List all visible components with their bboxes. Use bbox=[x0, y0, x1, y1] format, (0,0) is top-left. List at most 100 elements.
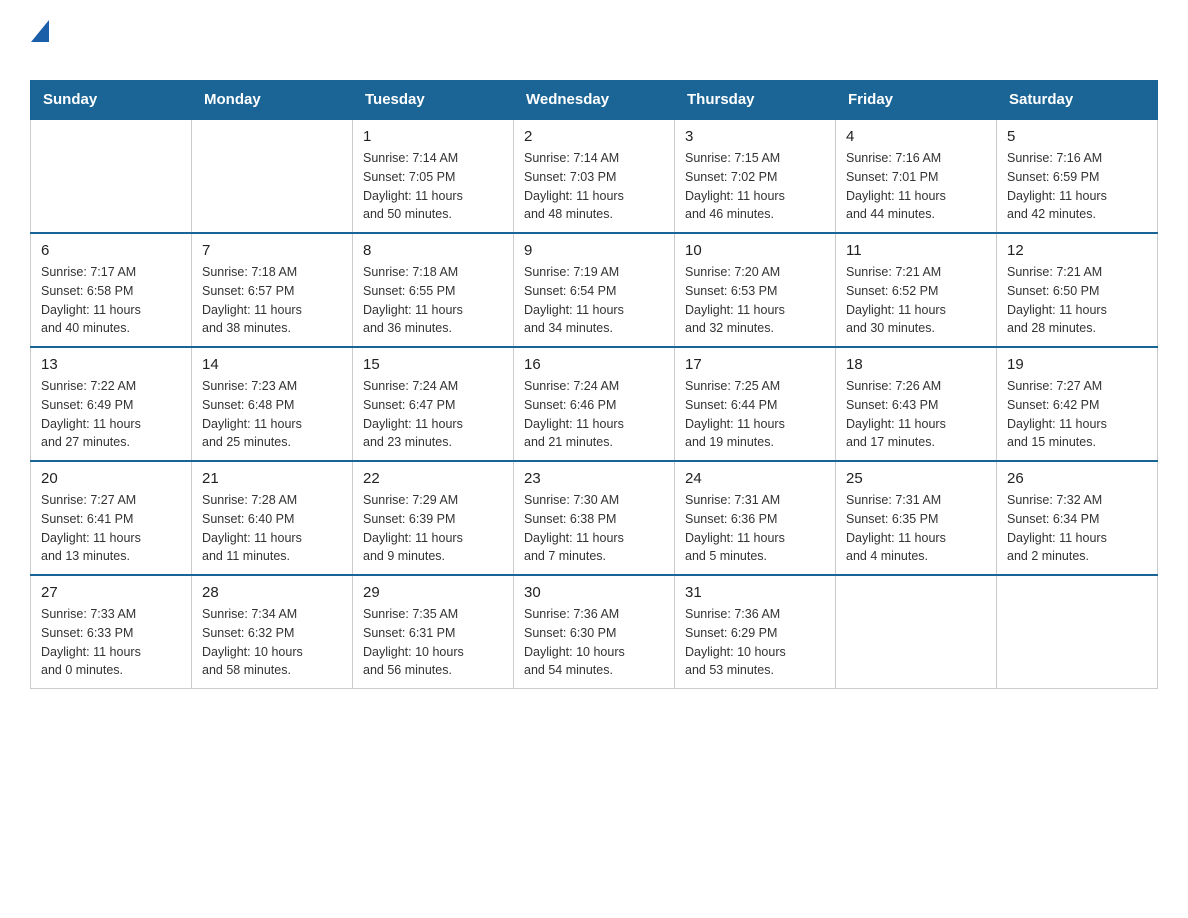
day-number: 31 bbox=[685, 584, 825, 601]
day-number: 7 bbox=[202, 242, 342, 259]
day-number: 5 bbox=[1007, 128, 1147, 145]
day-info: Sunrise: 7:21 AM Sunset: 6:50 PM Dayligh… bbox=[1007, 263, 1147, 338]
day-info: Sunrise: 7:33 AM Sunset: 6:33 PM Dayligh… bbox=[41, 605, 181, 680]
calendar-cell: 14 Sunrise: 7:23 AM Sunset: 6:48 PM Dayli… bbox=[192, 347, 353, 461]
calendar-cell: 5 Sunrise: 7:16 AM Sunset: 6:59 PM Daylig… bbox=[997, 119, 1158, 233]
calendar-cell: 25 Sunrise: 7:31 AM Sunset: 6:35 PM Dayli… bbox=[836, 461, 997, 575]
day-info: Sunrise: 7:36 AM Sunset: 6:29 PM Dayligh… bbox=[685, 605, 825, 680]
calendar-cell: 20 Sunrise: 7:27 AM Sunset: 6:41 PM Dayli… bbox=[31, 461, 192, 575]
calendar-cell: 22Sunrise: 7:29 AM Sunset: 6:39 PM Dayli… bbox=[353, 461, 514, 575]
day-number: 13 bbox=[41, 356, 181, 373]
calendar-cell: 31 Sunrise: 7:36 AM Sunset: 6:29 PM Dayli… bbox=[675, 575, 836, 689]
day-info: Sunrise: 7:17 AM Sunset: 6:58 PM Dayligh… bbox=[41, 263, 181, 338]
col-header-saturday: Saturday bbox=[997, 81, 1158, 120]
day-info: Sunrise: 7:34 AM Sunset: 6:32 PM Dayligh… bbox=[202, 605, 342, 680]
day-info: Sunrise: 7:30 AM Sunset: 6:38 PM Dayligh… bbox=[524, 491, 664, 566]
day-info: Sunrise: 7:23 AM Sunset: 6:48 PM Dayligh… bbox=[202, 377, 342, 452]
day-info: Sunrise: 7:16 AM Sunset: 7:01 PM Dayligh… bbox=[846, 149, 986, 224]
day-info: Sunrise: 7:14 AM Sunset: 7:05 PM Dayligh… bbox=[363, 149, 503, 224]
calendar-week-4: 20 Sunrise: 7:27 AM Sunset: 6:41 PM Dayli… bbox=[31, 461, 1158, 575]
calendar-cell: 21 Sunrise: 7:28 AM Sunset: 6:40 PM Dayli… bbox=[192, 461, 353, 575]
day-info: Sunrise: 7:18 AM Sunset: 6:57 PM Dayligh… bbox=[202, 263, 342, 338]
day-number: 21 bbox=[202, 470, 342, 487]
calendar-cell: 11 Sunrise: 7:21 AM Sunset: 6:52 PM Dayli… bbox=[836, 233, 997, 347]
calendar-cell: 1Sunrise: 7:14 AM Sunset: 7:05 PM Daylig… bbox=[353, 119, 514, 233]
day-number: 8 bbox=[363, 242, 503, 259]
day-number: 9 bbox=[524, 242, 664, 259]
day-number: 24 bbox=[685, 470, 825, 487]
day-number: 26 bbox=[1007, 470, 1147, 487]
calendar-cell: 15 Sunrise: 7:24 AM Sunset: 6:47 PM Dayli… bbox=[353, 347, 514, 461]
calendar-week-2: 6 Sunrise: 7:17 AM Sunset: 6:58 PM Daylig… bbox=[31, 233, 1158, 347]
day-info: Sunrise: 7:18 AM Sunset: 6:55 PM Dayligh… bbox=[363, 263, 503, 338]
calendar-week-1: 1Sunrise: 7:14 AM Sunset: 7:05 PM Daylig… bbox=[31, 119, 1158, 233]
calendar-cell: 29 Sunrise: 7:35 AM Sunset: 6:31 PM Dayli… bbox=[353, 575, 514, 689]
day-number: 10 bbox=[685, 242, 825, 259]
calendar-cell: 26 Sunrise: 7:32 AM Sunset: 6:34 PM Dayli… bbox=[997, 461, 1158, 575]
calendar-cell: 28 Sunrise: 7:34 AM Sunset: 6:32 PM Dayli… bbox=[192, 575, 353, 689]
day-number: 16 bbox=[524, 356, 664, 373]
day-info: Sunrise: 7:32 AM Sunset: 6:34 PM Dayligh… bbox=[1007, 491, 1147, 566]
col-header-thursday: Thursday bbox=[675, 81, 836, 120]
day-number: 12 bbox=[1007, 242, 1147, 259]
day-info: Sunrise: 7:19 AM Sunset: 6:54 PM Dayligh… bbox=[524, 263, 664, 338]
day-number: 28 bbox=[202, 584, 342, 601]
calendar-cell: 13Sunrise: 7:22 AM Sunset: 6:49 PM Dayli… bbox=[31, 347, 192, 461]
logo-triangle-icon bbox=[31, 20, 49, 42]
day-info: Sunrise: 7:20 AM Sunset: 6:53 PM Dayligh… bbox=[685, 263, 825, 338]
day-number: 3 bbox=[685, 128, 825, 145]
day-number: 6 bbox=[41, 242, 181, 259]
day-number: 23 bbox=[524, 470, 664, 487]
calendar-cell bbox=[192, 119, 353, 233]
day-info: Sunrise: 7:27 AM Sunset: 6:42 PM Dayligh… bbox=[1007, 377, 1147, 452]
day-number: 14 bbox=[202, 356, 342, 373]
col-header-wednesday: Wednesday bbox=[514, 81, 675, 120]
calendar-cell: 4 Sunrise: 7:16 AM Sunset: 7:01 PM Daylig… bbox=[836, 119, 997, 233]
calendar-cell: 2 Sunrise: 7:14 AM Sunset: 7:03 PM Daylig… bbox=[514, 119, 675, 233]
day-info: Sunrise: 7:27 AM Sunset: 6:41 PM Dayligh… bbox=[41, 491, 181, 566]
calendar-cell: 8 Sunrise: 7:18 AM Sunset: 6:55 PM Daylig… bbox=[353, 233, 514, 347]
calendar-cell: 30Sunrise: 7:36 AM Sunset: 6:30 PM Dayli… bbox=[514, 575, 675, 689]
day-info: Sunrise: 7:25 AM Sunset: 6:44 PM Dayligh… bbox=[685, 377, 825, 452]
day-info: Sunrise: 7:28 AM Sunset: 6:40 PM Dayligh… bbox=[202, 491, 342, 566]
day-number: 15 bbox=[363, 356, 503, 373]
calendar-table: SundayMondayTuesdayWednesdayThursdayFrid… bbox=[30, 80, 1158, 689]
calendar-cell: 16 Sunrise: 7:24 AM Sunset: 6:46 PM Dayli… bbox=[514, 347, 675, 461]
calendar-cell: 9 Sunrise: 7:19 AM Sunset: 6:54 PM Daylig… bbox=[514, 233, 675, 347]
col-header-sunday: Sunday bbox=[31, 81, 192, 120]
calendar-cell: 19 Sunrise: 7:27 AM Sunset: 6:42 PM Dayli… bbox=[997, 347, 1158, 461]
day-number: 11 bbox=[846, 242, 986, 259]
calendar-cell bbox=[31, 119, 192, 233]
day-info: Sunrise: 7:26 AM Sunset: 6:43 PM Dayligh… bbox=[846, 377, 986, 452]
day-info: Sunrise: 7:35 AM Sunset: 6:31 PM Dayligh… bbox=[363, 605, 503, 680]
day-info: Sunrise: 7:31 AM Sunset: 6:35 PM Dayligh… bbox=[846, 491, 986, 566]
day-info: Sunrise: 7:24 AM Sunset: 6:46 PM Dayligh… bbox=[524, 377, 664, 452]
day-info: Sunrise: 7:14 AM Sunset: 7:03 PM Dayligh… bbox=[524, 149, 664, 224]
day-number: 19 bbox=[1007, 356, 1147, 373]
calendar-cell: 17Sunrise: 7:25 AM Sunset: 6:44 PM Dayli… bbox=[675, 347, 836, 461]
day-number: 27 bbox=[41, 584, 181, 601]
day-info: Sunrise: 7:24 AM Sunset: 6:47 PM Dayligh… bbox=[363, 377, 503, 452]
day-number: 25 bbox=[846, 470, 986, 487]
day-info: Sunrise: 7:15 AM Sunset: 7:02 PM Dayligh… bbox=[685, 149, 825, 224]
day-number: 20 bbox=[41, 470, 181, 487]
calendar-cell: 10 Sunrise: 7:20 AM Sunset: 6:53 PM Dayli… bbox=[675, 233, 836, 347]
calendar-cell: 6 Sunrise: 7:17 AM Sunset: 6:58 PM Daylig… bbox=[31, 233, 192, 347]
day-number: 4 bbox=[846, 128, 986, 145]
day-number: 29 bbox=[363, 584, 503, 601]
day-number: 18 bbox=[846, 356, 986, 373]
calendar-cell bbox=[836, 575, 997, 689]
day-number: 22 bbox=[363, 470, 503, 487]
col-header-friday: Friday bbox=[836, 81, 997, 120]
day-number: 2 bbox=[524, 128, 664, 145]
col-header-monday: Monday bbox=[192, 81, 353, 120]
calendar-week-3: 13Sunrise: 7:22 AM Sunset: 6:49 PM Dayli… bbox=[31, 347, 1158, 461]
day-info: Sunrise: 7:31 AM Sunset: 6:36 PM Dayligh… bbox=[685, 491, 825, 566]
day-info: Sunrise: 7:21 AM Sunset: 6:52 PM Dayligh… bbox=[846, 263, 986, 338]
day-info: Sunrise: 7:36 AM Sunset: 6:30 PM Dayligh… bbox=[524, 605, 664, 680]
day-info: Sunrise: 7:16 AM Sunset: 6:59 PM Dayligh… bbox=[1007, 149, 1147, 224]
calendar-cell: 27 Sunrise: 7:33 AM Sunset: 6:33 PM Dayli… bbox=[31, 575, 192, 689]
logo bbox=[30, 20, 51, 70]
header bbox=[30, 20, 1158, 70]
calendar-cell bbox=[997, 575, 1158, 689]
